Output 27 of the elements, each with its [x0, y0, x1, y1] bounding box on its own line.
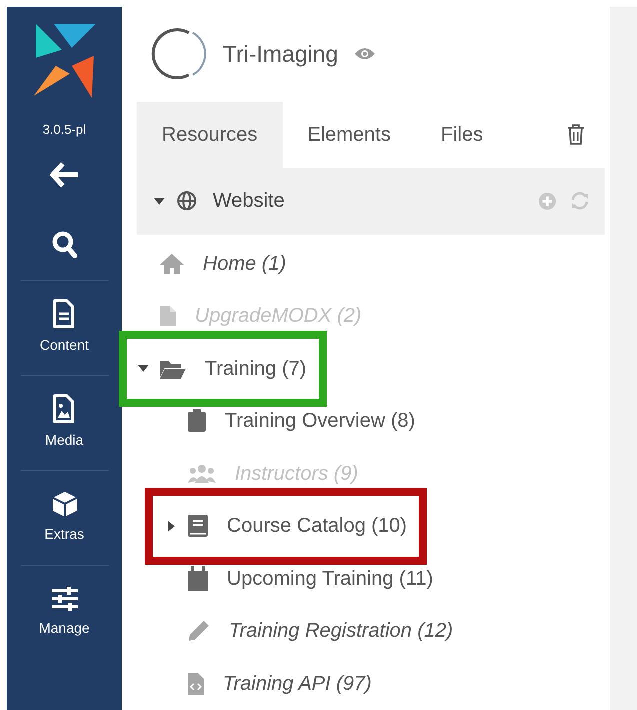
image-file-icon — [52, 394, 76, 424]
logo-icon[interactable] — [32, 22, 98, 98]
expand-arrow-icon[interactable] — [153, 198, 165, 205]
sidebar-manage-button[interactable]: Manage — [31, 582, 98, 642]
tree-root-label[interactable]: Website — [213, 186, 285, 216]
tree-item-label[interactable]: Upcoming Training (11) — [227, 564, 434, 594]
tab[interactable]: Resources — [137, 102, 283, 168]
expand-arrow-icon[interactable] — [165, 520, 177, 532]
site-title: Tri-Imaging — [223, 40, 338, 70]
tree-item-label[interactable]: Training Registration (12) — [229, 616, 454, 646]
cube-icon — [50, 490, 78, 518]
expand-arrow-icon[interactable] — [137, 365, 149, 372]
tree-item-label[interactable]: Training API (97) — [223, 668, 372, 699]
sliders-icon — [50, 586, 80, 612]
tree-item-label[interactable]: Training Overview (8) — [225, 406, 416, 436]
sidebar-media-button[interactable]: Media — [37, 390, 92, 454]
tree-item-label[interactable]: Training (7) — [205, 354, 307, 384]
tree-item-label[interactable]: Course Catalog (10) — [227, 511, 408, 542]
globe-icon — [177, 191, 197, 212]
version-label: 3.0.5-pl — [42, 121, 86, 139]
sidebar-extras-button[interactable]: Extras — [36, 486, 92, 548]
document-icon — [52, 298, 76, 328]
back-icon — [50, 162, 80, 188]
sidebar-content-button[interactable]: Content — [32, 294, 98, 360]
tree-item-label[interactable]: Home (1) — [203, 248, 286, 279]
eye-icon[interactable] — [354, 47, 376, 62]
search-icon — [52, 230, 78, 258]
